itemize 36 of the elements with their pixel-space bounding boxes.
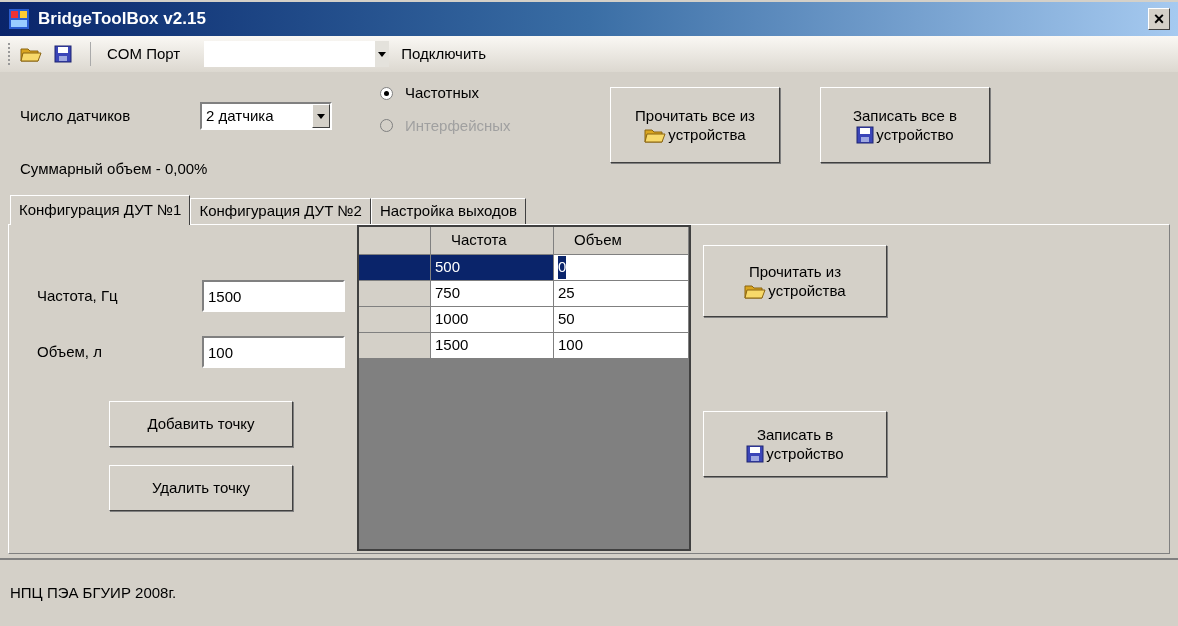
field-label: Объем, л — [37, 341, 103, 362]
total-volume-label: Суммарный объем - 0,00% — [20, 159, 209, 179]
table-row[interactable]: 500 0 — [359, 254, 689, 280]
table-row[interactable]: 1500 100 — [359, 332, 689, 358]
action-button[interactable]: Записать в устройство — [703, 411, 887, 477]
row-header[interactable] — [359, 307, 431, 332]
radio-option[interactable]: Частотных — [380, 82, 479, 105]
table-row[interactable]: 750 25 — [359, 280, 689, 306]
action-button[interactable]: Прочитать все из устройства — [610, 87, 780, 163]
tab[interactable]: Конфигурация ДУТ №1 — [10, 195, 191, 225]
point-button[interactable]: Удалить точку — [109, 465, 293, 511]
tab[interactable]: Конфигурация ДУТ №2 — [190, 198, 371, 224]
row-header[interactable] — [359, 281, 431, 306]
connect-button[interactable]: Подключить — [397, 42, 490, 66]
folder-icon — [744, 282, 767, 300]
point-button[interactable]: Добавить точку — [109, 401, 293, 447]
window-title: BridgeToolBox v2.15 — [38, 8, 207, 31]
sensor-count-label: Число датчиков — [20, 105, 132, 126]
save-button[interactable] — [52, 43, 74, 65]
port-label: COM Порт — [107, 43, 181, 64]
tab[interactable]: Настройка выходов — [370, 198, 527, 224]
table-cell: 500 — [431, 255, 554, 280]
input-field[interactable]: 1500 — [202, 280, 345, 312]
action-button[interactable]: Записать все в устройство — [820, 87, 990, 163]
field-label: Частота, Гц — [37, 285, 119, 306]
input-field[interactable]: 100 — [202, 336, 345, 368]
close-button[interactable]: × — [1148, 8, 1170, 30]
folder-icon — [644, 126, 667, 144]
action-button[interactable]: Прочитать из устройства — [703, 245, 887, 317]
sensor-count-combobox[interactable]: 2 датчика — [200, 102, 332, 130]
status-text: НПЦ ПЭА БГУИР 2008г. — [10, 582, 177, 603]
row-header[interactable] — [359, 255, 431, 280]
table-row[interactable]: 1000 50 — [359, 306, 689, 332]
app-icon — [8, 8, 30, 30]
folder-icon — [20, 45, 42, 63]
row-header[interactable] — [359, 333, 431, 358]
